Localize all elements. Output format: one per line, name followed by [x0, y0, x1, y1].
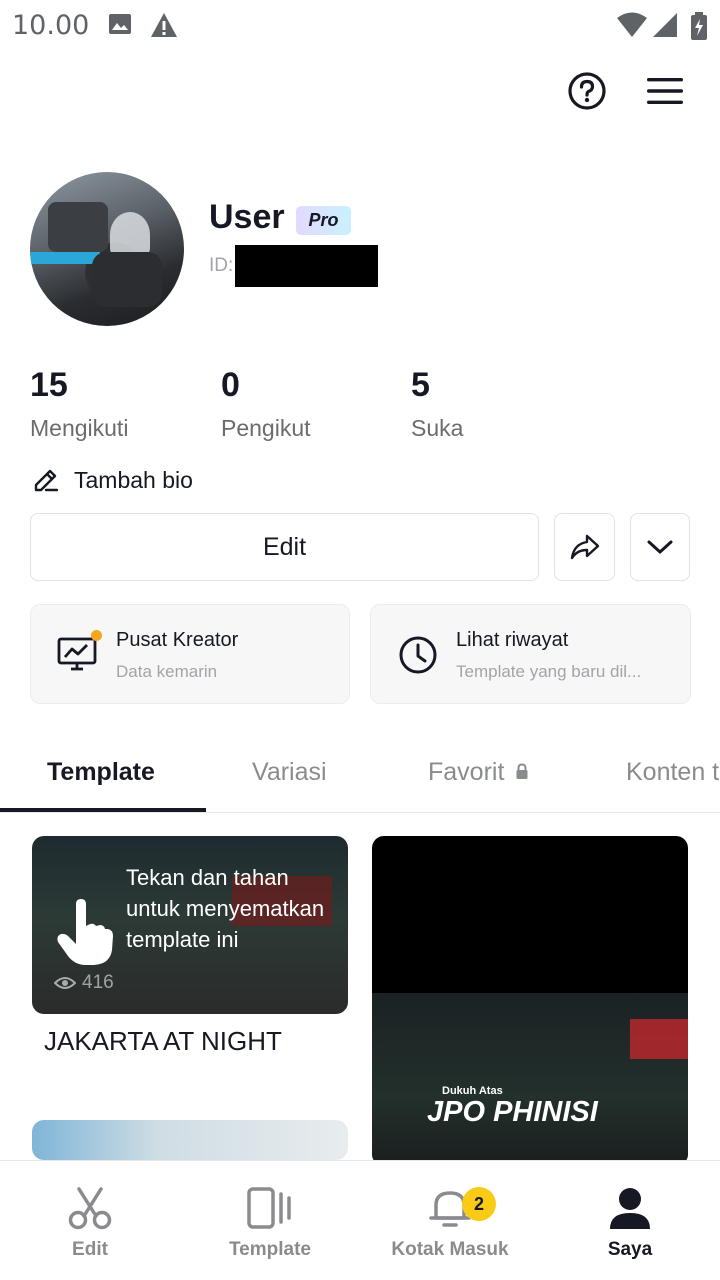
pin-tooltip: Tekan dan tahan untuk menyematkan templa…: [126, 865, 325, 952]
view-count: 416: [54, 972, 114, 994]
nav-label: Kotak Masuk: [391, 1239, 509, 1260]
nav-label: Template: [228, 1239, 311, 1260]
clock-icon: [399, 636, 437, 674]
nav-label: Edit: [72, 1239, 108, 1260]
history-card[interactable]: Lihat riwayat Template yang baru dil...: [370, 604, 691, 704]
eye-icon: [54, 977, 76, 989]
signal-icon: [653, 13, 677, 37]
card-title: Pusat Kreator: [116, 629, 239, 651]
share-profile-button[interactable]: [554, 513, 615, 581]
wifi-icon: [617, 12, 647, 37]
stat-followers[interactable]: 0 Pengikut: [221, 366, 311, 442]
battery-icon: [691, 12, 707, 40]
creator-monitor-icon: [57, 637, 97, 671]
stat-value: 15: [30, 366, 68, 404]
stat-label: Mengikuti: [30, 415, 129, 441]
edit-profile-button[interactable]: Edit: [30, 513, 539, 581]
menu-button[interactable]: [644, 70, 686, 112]
stat-likes[interactable]: 5 Suka: [411, 366, 463, 442]
content-tabs: Template Variasi Favorit Konten t: [0, 740, 720, 813]
image-icon: [109, 14, 131, 34]
scissors-icon: [68, 1187, 112, 1230]
card-subtitle: Data kemarin: [116, 662, 218, 681]
lock-icon: [516, 763, 528, 779]
tab-variasi[interactable]: Variasi: [252, 758, 327, 787]
nav-profile[interactable]: Saya: [550, 1183, 710, 1261]
chevron-down-icon: [647, 540, 673, 554]
add-bio-label: Tambah bio: [74, 466, 193, 493]
stat-following[interactable]: 15 Mengikuti: [30, 366, 128, 442]
nav-template[interactable]: Template: [190, 1183, 350, 1261]
card-subtitle: Template yang baru dil...: [456, 662, 642, 681]
tab-favorit-label: Favorit: [428, 758, 505, 786]
template-icon: [247, 1187, 291, 1229]
tab-konten[interactable]: Konten t: [626, 758, 719, 787]
overlay-big-text: JPO PHINISI: [427, 1096, 598, 1128]
view-count-value: 416: [82, 972, 114, 993]
inbox-badge: 2: [462, 1187, 496, 1221]
stat-value: 5: [411, 366, 430, 404]
warning-icon: [151, 13, 177, 37]
stat-value: 0: [221, 366, 240, 404]
notification-dot: [91, 630, 102, 641]
top-actions: [566, 70, 686, 112]
redacted-user-id: [235, 245, 378, 287]
pencil-icon: [34, 469, 59, 492]
template-title[interactable]: JAKARTA AT NIGHT: [44, 1026, 282, 1057]
status-time: 10.00: [12, 10, 90, 41]
tab-favorit[interactable]: Favorit: [428, 758, 529, 787]
template-thumbnail[interactable]: [32, 1120, 348, 1160]
help-button[interactable]: [566, 70, 608, 112]
nav-inbox[interactable]: 2 Kotak Masuk: [370, 1183, 530, 1261]
nav-edit[interactable]: Edit: [10, 1183, 170, 1261]
add-bio-button[interactable]: Tambah bio: [32, 466, 193, 494]
hamburger-menu-icon: [647, 78, 683, 104]
creator-center-card[interactable]: Pusat Kreator Data kemarin: [30, 604, 350, 704]
template-thumbnail[interactable]: Dukuh Atas JPO PHINISI: [372, 836, 688, 1166]
status-bar: 10.00: [0, 0, 720, 50]
username: User: [209, 198, 285, 236]
hand-tap-icon: [57, 899, 113, 965]
user-id-label: ID:: [209, 255, 234, 276]
stat-label: Pengikut: [221, 415, 311, 441]
card-title: Lihat riwayat: [456, 629, 569, 651]
pro-badge[interactable]: Pro: [296, 206, 351, 235]
nav-label: Saya: [607, 1239, 653, 1260]
bottom-navigation: Edit Template 2 Kotak Masuk Saya: [0, 1160, 720, 1280]
help-icon: [568, 72, 606, 110]
stat-label: Suka: [411, 415, 464, 441]
avatar[interactable]: [30, 172, 184, 326]
tab-template[interactable]: Template: [47, 758, 155, 787]
more-options-button[interactable]: [630, 513, 690, 581]
active-tab-indicator: [0, 808, 206, 812]
share-arrow-icon: [570, 534, 599, 560]
person-icon: [610, 1188, 650, 1229]
